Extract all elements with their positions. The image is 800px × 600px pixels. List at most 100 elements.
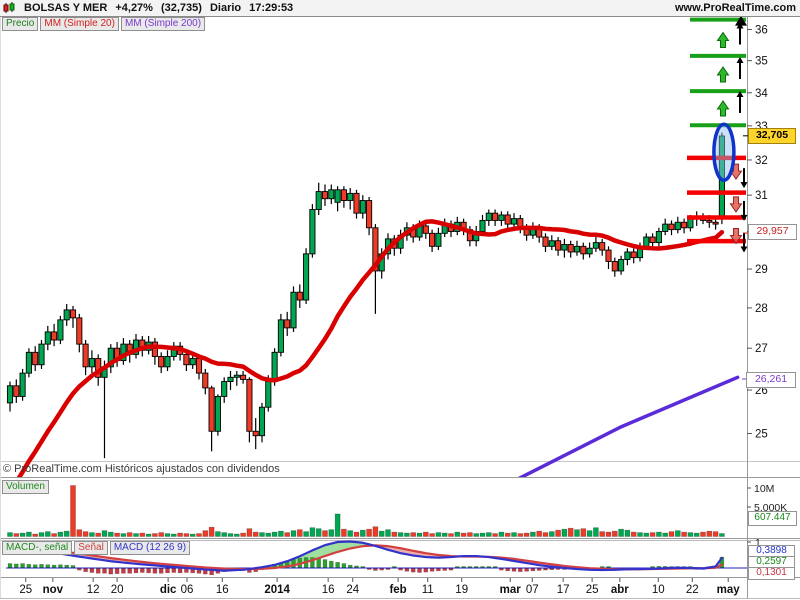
volume-bar <box>32 533 39 537</box>
timeframe-label: Diario <box>209 2 242 14</box>
macd-histogram-bar <box>152 568 158 574</box>
macd-histogram-bar <box>341 563 347 568</box>
volume-bar <box>38 532 45 537</box>
date-tick-label: may <box>717 584 741 596</box>
macd-histogram-bar <box>555 568 561 570</box>
macd-histogram-bar <box>650 566 655 568</box>
volume-bar <box>498 531 505 537</box>
tab-mm20[interactable]: MM (Simple 20) <box>40 17 119 31</box>
macd-legend-tabs: MACD-, señal Señal MACD (12 26 9) <box>2 541 191 555</box>
candle-up <box>303 253 310 301</box>
volume-bar <box>542 532 549 537</box>
tab-macd-senal[interactable]: MACD-, señal <box>2 541 73 555</box>
candle-down <box>340 189 347 201</box>
macd-histogram-bar <box>58 564 63 568</box>
tab-macd-params[interactable]: MACD (12 26 9) <box>109 541 191 555</box>
candle-down <box>599 242 606 251</box>
macd-histogram-bar <box>32 564 38 568</box>
volume-bar <box>485 532 492 537</box>
tab-senal[interactable]: Señal <box>74 541 108 555</box>
signal-value-marker: 0,1301 <box>748 567 795 580</box>
candle-down <box>183 353 190 366</box>
date-tick-label: 16 <box>322 584 335 596</box>
macd-histogram-bar <box>83 568 88 572</box>
date-tick-label: dic <box>160 584 177 596</box>
volume-bar <box>164 533 171 537</box>
macd-histogram-bar <box>335 562 340 568</box>
macd-histogram-bar <box>499 568 504 571</box>
volume-bar <box>719 533 725 537</box>
volume-bar <box>208 526 215 537</box>
candle-up <box>573 245 581 253</box>
volume-bar <box>397 532 404 537</box>
mm200-value-marker: 26,261 <box>746 372 796 388</box>
candle-down <box>706 219 713 223</box>
chart-canvas[interactable]: 36353433323130292827262525nov1220dic0616… <box>0 0 800 600</box>
candle-up <box>44 331 51 345</box>
volume-bar <box>145 533 152 537</box>
volume-bar <box>19 532 26 537</box>
volume-tick-label: 10M <box>754 483 774 495</box>
date-tick-label: 06 <box>181 584 194 596</box>
tab-precio[interactable]: Precio <box>2 17 39 31</box>
volume-bar <box>567 527 574 537</box>
price-tick-label: 32 <box>755 155 768 167</box>
volume-bar <box>290 530 297 537</box>
date-tick-label: 20 <box>111 584 124 596</box>
macd-histogram-bar <box>392 566 397 568</box>
candle-down <box>51 331 58 341</box>
date-tick-label: feb <box>389 584 406 596</box>
volume-bar <box>296 529 303 537</box>
volume-bar <box>171 533 177 537</box>
macd-histogram-bar <box>467 566 473 568</box>
candle-up <box>271 351 278 382</box>
volume-bar <box>196 533 202 537</box>
candle-up <box>57 319 64 341</box>
candle-up <box>592 242 599 249</box>
volume-bar <box>303 531 309 537</box>
macd-histogram-bar <box>398 568 403 571</box>
volume-bar <box>183 533 190 537</box>
volume-bar <box>240 532 246 537</box>
candle-up <box>687 218 694 229</box>
price-tick-label: 28 <box>755 303 768 315</box>
candle-up <box>25 351 32 374</box>
volume-bar <box>26 531 32 537</box>
candle-up <box>221 381 228 397</box>
candle-up <box>233 374 240 378</box>
candle-up <box>164 356 171 368</box>
volume-bar <box>441 532 448 537</box>
volume-bar <box>586 530 593 537</box>
candle-down <box>555 240 562 251</box>
macd-histogram-bar <box>14 563 19 568</box>
tab-volumen[interactable]: Volumen <box>2 480 49 494</box>
tab-mm200[interactable]: MM (Simple 200) <box>120 17 206 31</box>
date-tick-label: 07 <box>526 584 539 596</box>
candlestick-icon <box>3 2 16 14</box>
clock-time: 17:29:53 <box>249 2 294 14</box>
macd-histogram-bar <box>423 568 429 573</box>
date-tick-label: 19 <box>455 584 468 596</box>
candle-down <box>649 236 656 244</box>
candle-down <box>151 341 158 357</box>
candle-down <box>681 221 688 229</box>
highlight-ellipse <box>712 122 736 182</box>
volume-bar <box>7 532 13 537</box>
candle-down <box>69 309 77 319</box>
candle-down <box>252 430 259 437</box>
volume-bar <box>561 528 568 537</box>
candle-down <box>240 374 247 380</box>
volume-bar <box>687 532 694 537</box>
volume-bar <box>126 532 133 537</box>
candle-down <box>13 385 20 397</box>
candle-down <box>353 192 360 214</box>
macd-histogram-bar <box>404 568 410 572</box>
volume-bar <box>139 532 146 537</box>
volume-bar <box>511 532 517 537</box>
volume-bar <box>391 531 398 537</box>
macd-histogram-bar <box>177 568 183 574</box>
volume-bar <box>158 532 164 537</box>
volume-bar <box>404 532 410 537</box>
macd-histogram-bar <box>599 566 605 568</box>
candle-down <box>580 245 587 255</box>
